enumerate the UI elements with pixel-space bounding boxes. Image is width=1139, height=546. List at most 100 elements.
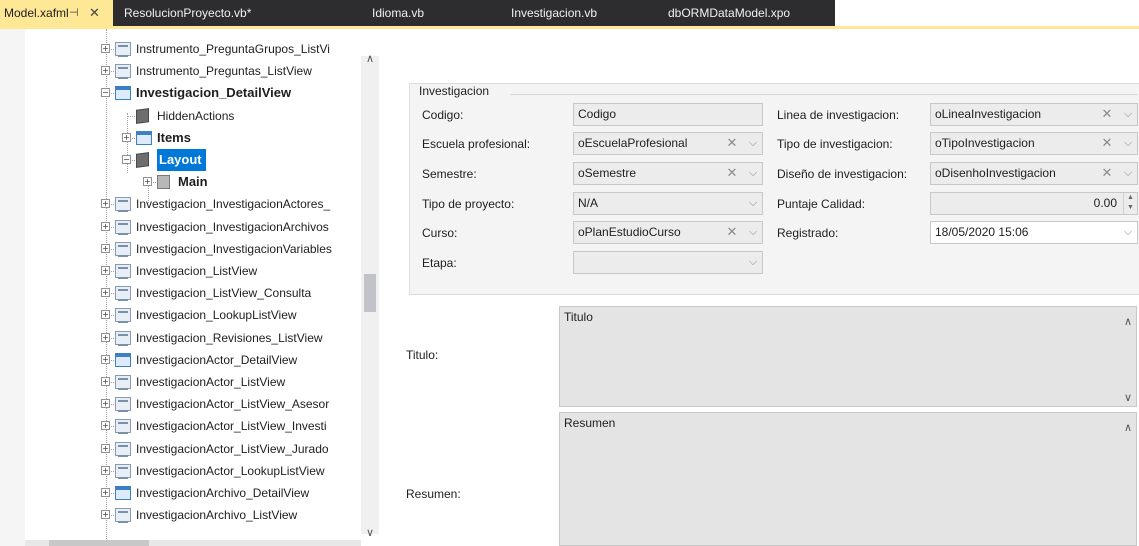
spin-buttons[interactable]: ▲ ▼	[1123, 193, 1137, 214]
tree-item[interactable]: + Items	[25, 127, 365, 149]
scroll-down-icon[interactable]: ∨	[1124, 391, 1132, 404]
spin-up-icon[interactable]: ▲	[1124, 193, 1137, 203]
expand-icon[interactable]: +	[101, 354, 110, 364]
model-tree[interactable]: + Instrumento_PreguntaGrupos_ListVi + Instr…	[25, 29, 365, 539]
tree-item[interactable]: + InvestigacionActor_LookupListView	[25, 460, 365, 482]
chevron-down-icon[interactable]: ⌵	[744, 222, 762, 243]
field-input[interactable]: ⌵	[573, 251, 763, 274]
tree-item[interactable]: + InvestigacionActor_ListView_Jurado	[25, 438, 365, 460]
scroll-up-icon[interactable]: ∧	[1124, 315, 1132, 328]
tree-item[interactable]: + Investigacion_Revisiones_ListView	[25, 327, 365, 349]
list-view-icon	[115, 42, 131, 57]
expand-icon[interactable]: +	[101, 421, 110, 431]
tree-item[interactable]: + InvestigacionArchivo_ListView	[25, 504, 365, 526]
tab-model-xafml[interactable]: Model.xafml ⊣ ✕	[0, 0, 113, 26]
expand-icon[interactable]: +	[101, 332, 110, 342]
expand-icon[interactable]: +	[101, 488, 110, 497]
field-input[interactable]: oPlanEstudioCurso ✕ ⌵	[573, 221, 763, 244]
scroll-thumb[interactable]	[364, 274, 376, 312]
field-input[interactable]: oLineaInvestigacion ✕ ⌵	[930, 103, 1138, 126]
tree-item[interactable]: + InvestigacionArchivo_DetailView	[25, 482, 365, 504]
clear-icon[interactable]: ✕	[722, 163, 742, 184]
tree-item[interactable]: + InvestigacionActor_ListView_Asesor	[25, 393, 365, 415]
tree-item[interactable]: + Investigacion_ListView	[25, 260, 365, 282]
tree-item[interactable]: + Investigacion_InvestigacionVariables	[25, 238, 365, 260]
close-icon[interactable]: ✕	[89, 0, 100, 26]
field-input[interactable]: oTipoInvestigacion ✕ ⌵	[930, 132, 1138, 155]
scroll-down-icon[interactable]: ∨	[361, 526, 379, 540]
tab-idioma[interactable]: Idioma.vb	[372, 0, 424, 26]
tree-item[interactable]: + InvestigacionActor_ListView	[25, 371, 365, 393]
expand-icon[interactable]: +	[101, 399, 110, 409]
tree-vertical-scrollbar[interactable]: ∧ ∨	[361, 53, 379, 539]
tree-horizontal-scrollbar[interactable]	[25, 540, 361, 546]
clear-icon[interactable]: ✕	[1097, 163, 1117, 184]
tree-item[interactable]: HiddenActions	[25, 105, 365, 127]
clear-icon[interactable]: ✕	[722, 222, 742, 243]
expand-icon[interactable]: +	[101, 243, 110, 253]
expand-icon[interactable]: +	[101, 510, 110, 520]
expand-icon[interactable]: +	[101, 266, 110, 275]
field-input[interactable]: 18/05/2020 15:06 ⌵	[930, 221, 1138, 244]
field-input[interactable]: Codigo	[573, 103, 763, 126]
titulo-memo[interactable]: Titulo ∧ ∨	[559, 306, 1137, 407]
scroll-up-icon[interactable]: ∧	[361, 52, 379, 66]
expand-icon[interactable]: +	[143, 177, 152, 187]
tree-item[interactable]: + Investigacion_LookupListView	[25, 304, 365, 326]
chevron-down-icon[interactable]: ⌵	[744, 252, 762, 273]
tree-item[interactable]: + Investigacion_InvestigacionActores_	[25, 193, 365, 215]
resumen-memo[interactable]: Resumen ∧	[559, 412, 1137, 546]
tree-item[interactable]: + Instrumento_PreguntaGrupos_ListVi	[25, 38, 365, 60]
expand-icon[interactable]: +	[101, 199, 110, 209]
tree-item[interactable]: + InvestigacionActor_DetailView	[25, 349, 365, 371]
chevron-down-icon[interactable]: ⌵	[1119, 222, 1137, 243]
tab-resolucion-proyecto[interactable]: ResolucionProyecto.vb*	[124, 0, 251, 26]
chevron-down-icon[interactable]: ⌵	[744, 193, 762, 214]
tree-item[interactable]: − Investigacion_DetailView	[25, 82, 365, 104]
scroll-thumb-horizontal[interactable]	[49, 540, 149, 546]
spin-down-icon[interactable]: ▼	[1124, 203, 1137, 213]
tab-investigacion[interactable]: Investigacion.vb	[511, 0, 597, 26]
pin-icon[interactable]: ⊣	[69, 0, 79, 26]
expand-icon[interactable]: +	[101, 443, 110, 453]
field-input[interactable]: 0.00 ▲ ▼	[930, 192, 1138, 215]
tree-item[interactable]: + Main	[25, 171, 365, 193]
clear-icon[interactable]: ✕	[722, 133, 742, 154]
expand-icon[interactable]: +	[101, 44, 110, 53]
expand-icon[interactable]: +	[101, 66, 110, 76]
field-input[interactable]: oSemestre ✕ ⌵	[573, 162, 763, 185]
tree-item-label: InvestigacionActor_ListView_Jurado	[136, 441, 329, 456]
field-input[interactable]: N/A ⌵	[573, 192, 763, 215]
scroll-up-icon[interactable]: ∧	[1124, 421, 1132, 434]
model-tree-panel: + Instrumento_PreguntaGrupos_ListVi + Instr…	[0, 29, 380, 546]
tree-item[interactable]: + Investigacion_ListView_Consulta	[25, 282, 365, 304]
tree-item[interactable]: + InvestigacionActor_ListView_Investi	[25, 415, 365, 437]
field-label: Tipo de investigacion:	[777, 137, 893, 151]
tree-item[interactable]: + Instrumento_Preguntas_ListView	[25, 60, 365, 82]
field-label: Puntaje Calidad:	[777, 197, 866, 211]
chevron-down-icon[interactable]: ⌵	[1119, 104, 1137, 125]
expand-icon[interactable]: +	[101, 310, 110, 320]
clear-icon[interactable]: ✕	[1097, 104, 1117, 125]
expand-icon[interactable]: +	[101, 377, 110, 386]
collapse-icon[interactable]: −	[101, 88, 110, 98]
field-input[interactable]: oDisenhoInvestigacion ✕ ⌵	[930, 162, 1138, 185]
collapse-icon[interactable]: −	[122, 155, 131, 164]
tree-item[interactable]: − Layout	[25, 149, 365, 171]
clear-icon[interactable]: ✕	[1097, 133, 1117, 154]
chevron-down-icon[interactable]: ⌵	[1119, 133, 1137, 154]
field-input[interactable]: oEscuelaProfesional ✕ ⌵	[573, 132, 763, 155]
tab-dborm-data-model[interactable]: dbORMDataModel.xpo	[668, 0, 790, 26]
expand-icon[interactable]: +	[101, 221, 110, 231]
tree-item[interactable]: + Investigacion_InvestigacionArchivos	[25, 216, 365, 238]
expand-icon[interactable]: +	[101, 288, 110, 298]
chevron-down-icon[interactable]: ⌵	[744, 163, 762, 184]
chevron-down-icon[interactable]: ⌵	[1119, 163, 1137, 184]
expand-icon[interactable]: +	[122, 132, 131, 142]
field-value: oLineaInvestigacion	[935, 107, 1042, 121]
expand-icon[interactable]: +	[101, 465, 110, 475]
tree-item-label: Instrumento_PreguntaGrupos_ListVi	[136, 42, 330, 56]
chevron-down-icon[interactable]: ⌵	[744, 133, 762, 154]
tab-strip	[113, 0, 1139, 26]
tab-label: dbORMDataModel.xpo	[668, 6, 791, 20]
